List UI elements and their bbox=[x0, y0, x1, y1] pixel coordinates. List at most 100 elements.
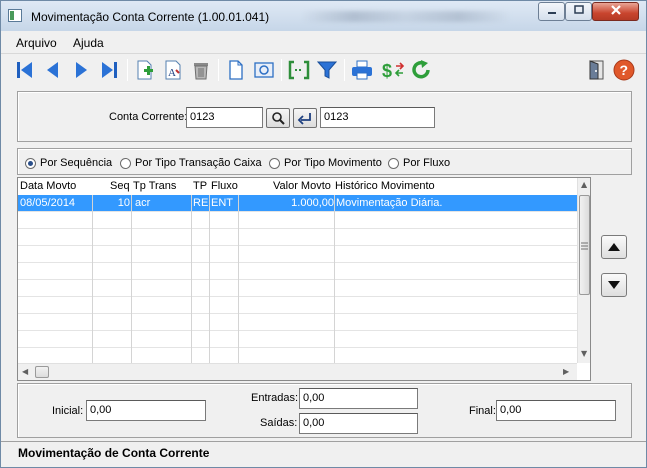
exit-button[interactable] bbox=[585, 58, 609, 82]
menu-bar: Arquivo Ajuda bbox=[1, 32, 646, 54]
refresh-button[interactable] bbox=[410, 58, 434, 82]
horizontal-scrollbar[interactable]: ◀ ▶ bbox=[18, 363, 577, 380]
column-header-fluxo[interactable]: Fluxo bbox=[211, 180, 238, 192]
previous-record-icon bbox=[47, 62, 58, 78]
blurred-region bbox=[301, 11, 511, 22]
table-row-empty bbox=[18, 314, 577, 331]
conta-corrente-label: Conta Corrente: bbox=[109, 111, 188, 123]
close-button[interactable] bbox=[592, 2, 639, 21]
vertical-scroll-thumb[interactable] bbox=[579, 195, 590, 295]
radio-label: Por Fluxo bbox=[403, 157, 451, 169]
column-header-valor[interactable]: Valor Movto bbox=[273, 180, 331, 192]
last-record-icon bbox=[102, 62, 117, 78]
entradas-label: Entradas: bbox=[251, 392, 299, 404]
app-icon bbox=[8, 9, 22, 22]
scroll-up-arrow-icon[interactable]: ▲ bbox=[581, 180, 587, 189]
edit-text-button[interactable]: A bbox=[161, 58, 185, 82]
grid-body: 08/05/2014 10 acr RE ENT 1.000,00 Movime… bbox=[18, 195, 577, 365]
minimize-button[interactable] bbox=[538, 2, 565, 21]
bracket-range-icon bbox=[288, 60, 310, 80]
radio-label: Por Tipo Movimento bbox=[284, 157, 382, 169]
column-header-data[interactable]: Data Movto bbox=[20, 180, 76, 192]
account-panel: Conta Corrente: 0123 0123 bbox=[17, 91, 632, 142]
triangle-down-icon bbox=[608, 281, 620, 289]
cell-seq: 10 bbox=[117, 197, 130, 209]
exit-door-icon bbox=[589, 60, 604, 80]
toolbar-separator bbox=[281, 59, 282, 81]
blank-page-button[interactable] bbox=[224, 58, 248, 82]
cell-tp-trans: acr bbox=[135, 197, 151, 209]
column-header-historico[interactable]: Histórico Movimento bbox=[335, 180, 435, 192]
currency-exchange-icon: $ bbox=[382, 61, 405, 80]
range-button[interactable] bbox=[287, 58, 311, 82]
column-header-tp[interactable]: TP bbox=[193, 180, 207, 192]
column-header-tp-trans[interactable]: Tp Trans bbox=[133, 180, 176, 192]
next-record-icon bbox=[76, 62, 87, 78]
delete-button[interactable] bbox=[189, 58, 213, 82]
saidas-field: 0,00 bbox=[299, 413, 418, 434]
cell-tp: RE bbox=[193, 197, 209, 209]
currency-button[interactable]: $ bbox=[382, 58, 406, 82]
totals-panel: Inicial: 0,00 Entradas: 0,00 Saídas: 0,0… bbox=[17, 383, 632, 438]
cell-fluxo: ENT bbox=[211, 197, 233, 209]
conta-corrente-result: 0123 bbox=[320, 107, 435, 128]
filter-icon bbox=[317, 61, 337, 79]
scroll-left-arrow-icon[interactable]: ◀ bbox=[22, 367, 28, 376]
menu-ajuda[interactable]: Ajuda bbox=[73, 36, 104, 50]
trash-icon bbox=[194, 63, 208, 80]
minimize-icon bbox=[547, 12, 556, 14]
enter-button[interactable] bbox=[293, 108, 317, 128]
new-document-icon bbox=[137, 60, 153, 80]
movements-grid[interactable]: Data Movto Seq Tp Trans TP Fluxo Valor M… bbox=[17, 177, 591, 381]
svg-text:$: $ bbox=[382, 61, 392, 80]
move-down-button[interactable] bbox=[601, 273, 627, 297]
last-record-button[interactable] bbox=[97, 58, 121, 82]
menu-arquivo[interactable]: Arquivo bbox=[16, 36, 57, 50]
radio-por-sequencia[interactable]: Por Sequência bbox=[25, 157, 112, 169]
main-window: Movimentação Conta Corrente (1.00.01.041… bbox=[0, 0, 647, 468]
radio-por-tipo-movimento[interactable]: Por Tipo Movimento bbox=[269, 157, 382, 169]
new-document-button[interactable] bbox=[133, 58, 157, 82]
title-bar[interactable]: Movimentação Conta Corrente (1.00.01.041… bbox=[1, 1, 646, 31]
final-field: 0,00 bbox=[496, 400, 616, 421]
filter-button[interactable] bbox=[315, 58, 339, 82]
print-button[interactable] bbox=[350, 58, 374, 82]
table-row[interactable]: 08/05/2014 10 acr RE ENT 1.000,00 Movime… bbox=[18, 195, 577, 212]
conta-corrente-input[interactable]: 0123 bbox=[186, 107, 263, 128]
next-record-button[interactable] bbox=[69, 58, 93, 82]
radio-dot bbox=[269, 157, 280, 169]
vertical-scrollbar[interactable]: ▲ ▼ bbox=[577, 178, 590, 363]
column-divider bbox=[131, 195, 132, 363]
previous-record-button[interactable] bbox=[41, 58, 65, 82]
radio-por-fluxo[interactable]: Por Fluxo bbox=[388, 157, 450, 169]
first-record-button[interactable] bbox=[13, 58, 37, 82]
move-up-button[interactable] bbox=[601, 235, 627, 259]
column-divider bbox=[92, 195, 93, 363]
table-row-empty bbox=[18, 212, 577, 229]
maximize-button[interactable] bbox=[565, 2, 592, 21]
column-divider bbox=[209, 195, 210, 363]
column-divider bbox=[238, 195, 239, 363]
maximize-icon bbox=[573, 5, 584, 14]
scroll-right-arrow-icon[interactable]: ▶ bbox=[563, 367, 569, 376]
scroll-down-arrow-icon[interactable]: ▼ bbox=[581, 349, 587, 358]
toolbar: A $ ? bbox=[1, 55, 646, 85]
triangle-up-icon bbox=[608, 243, 620, 251]
column-divider bbox=[334, 195, 335, 363]
preview-button[interactable] bbox=[252, 58, 276, 82]
help-button[interactable]: ? bbox=[612, 58, 636, 82]
grid-header: Data Movto Seq Tp Trans TP Fluxo Valor M… bbox=[18, 178, 577, 195]
radio-por-tipo-transacao[interactable]: Por Tipo Transação Caixa bbox=[120, 157, 262, 169]
radio-label: Por Tipo Transação Caixa bbox=[135, 157, 262, 169]
window-title: Movimentação Conta Corrente (1.00.01.041… bbox=[31, 10, 270, 24]
table-row-empty bbox=[18, 280, 577, 297]
search-button[interactable] bbox=[266, 108, 290, 128]
svg-text:A: A bbox=[168, 67, 176, 79]
column-header-seq[interactable]: Seq bbox=[110, 180, 130, 192]
status-text: Movimentação de Conta Corrente bbox=[18, 446, 210, 460]
close-icon bbox=[610, 5, 621, 15]
toolbar-separator bbox=[344, 59, 345, 81]
refresh-icon bbox=[412, 60, 430, 79]
horizontal-scroll-thumb[interactable] bbox=[35, 366, 49, 378]
cell-historico: Movimentação Diária. bbox=[336, 197, 443, 209]
